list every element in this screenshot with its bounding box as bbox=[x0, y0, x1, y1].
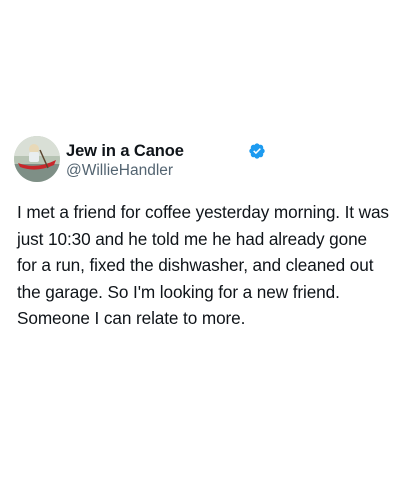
tweet-card: Jew in a Canoe @WillieHandler I met a fr… bbox=[0, 0, 400, 500]
avatar[interactable] bbox=[14, 136, 60, 182]
verified-badge-icon bbox=[248, 142, 266, 160]
author-name-row: Jew in a Canoe bbox=[66, 140, 266, 162]
profile-photo-canoe bbox=[14, 136, 60, 182]
display-name[interactable]: Jew in a Canoe bbox=[66, 142, 184, 161]
tweet-text: I met a friend for coffee yesterday morn… bbox=[17, 202, 389, 328]
user-handle[interactable]: @WillieHandler bbox=[66, 162, 173, 180]
